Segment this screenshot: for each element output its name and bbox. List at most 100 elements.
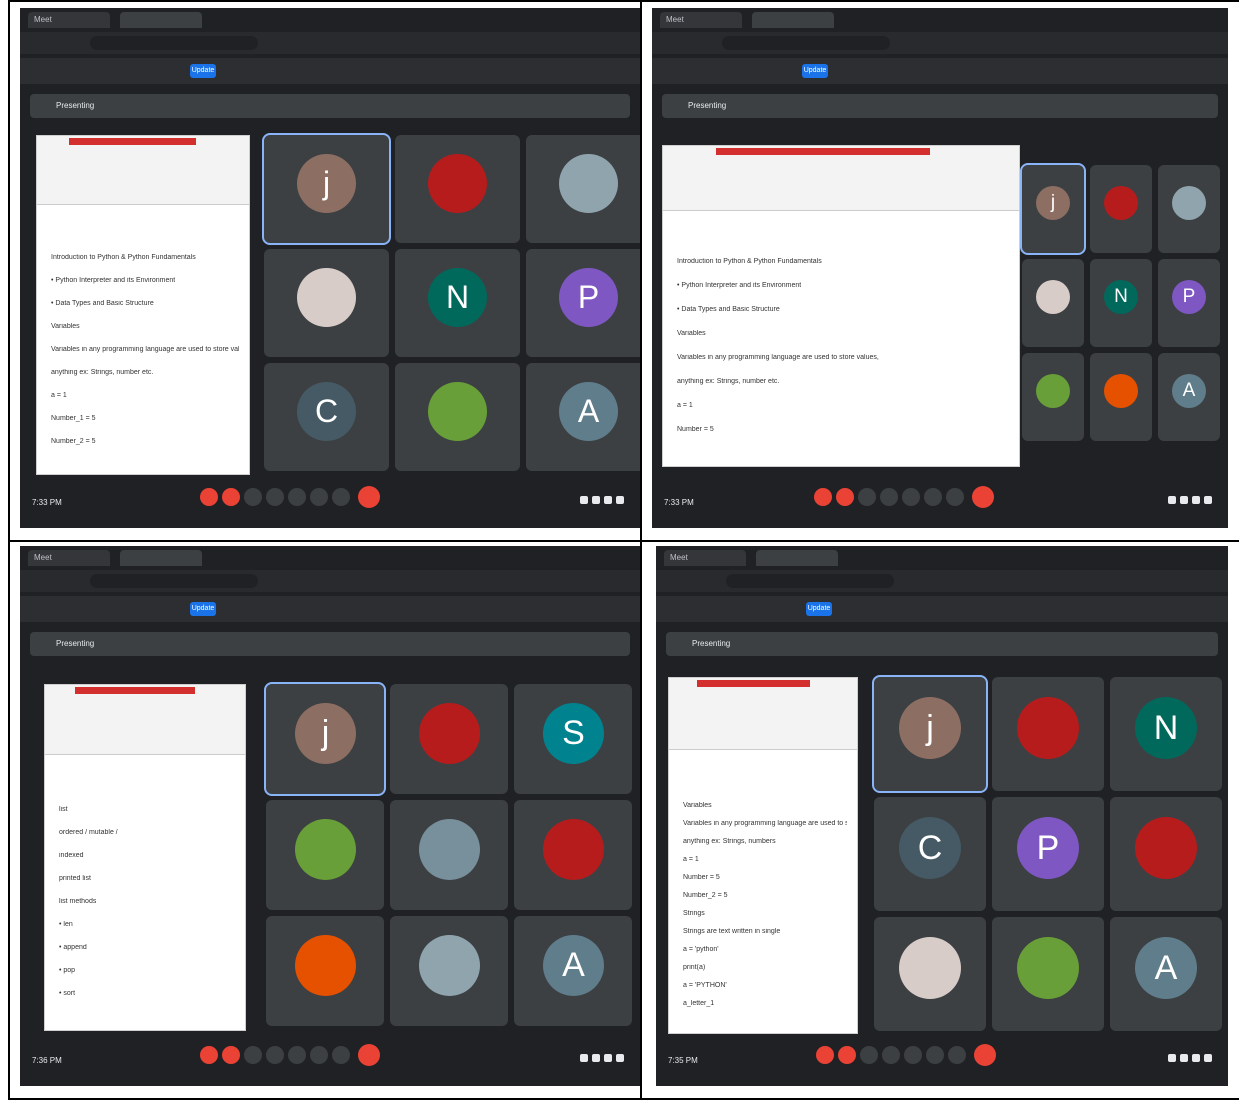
participant-tile[interactable]: [395, 363, 520, 471]
camera-off-button[interactable]: [222, 488, 240, 506]
browser-tab-meet[interactable]: [756, 550, 838, 566]
emoji-button[interactable]: [880, 488, 898, 506]
participant-tile[interactable]: j: [262, 133, 391, 245]
info-icon[interactable]: [580, 496, 588, 504]
end-call-button[interactable]: [358, 486, 380, 508]
participant-tile[interactable]: [1110, 797, 1222, 911]
participant-tile[interactable]: j: [264, 682, 386, 796]
info-icon[interactable]: [1168, 1054, 1176, 1062]
participant-tile[interactable]: A: [514, 916, 632, 1026]
participant-tile[interactable]: [992, 917, 1104, 1031]
present-button[interactable]: [904, 1046, 922, 1064]
browser-tab[interactable]: Meet: [28, 550, 110, 566]
url-field[interactable]: [90, 574, 258, 588]
mic-off-button[interactable]: [200, 488, 218, 506]
url-field[interactable]: [722, 36, 890, 50]
end-call-button[interactable]: [972, 486, 994, 508]
participant-tile[interactable]: A: [1158, 353, 1220, 441]
participant-tile[interactable]: [395, 135, 520, 243]
info-icon[interactable]: [580, 1054, 588, 1062]
emoji-button[interactable]: [266, 488, 284, 506]
participant-tile[interactable]: C: [264, 363, 389, 471]
camera-off-button[interactable]: [836, 488, 854, 506]
participant-tile[interactable]: P: [1158, 259, 1220, 347]
browser-tab-meet[interactable]: [120, 550, 202, 566]
participant-tile[interactable]: [264, 249, 389, 357]
participant-tile[interactable]: [390, 800, 508, 910]
participant-tile[interactable]: [526, 135, 640, 243]
participant-tile[interactable]: [266, 916, 384, 1026]
update-button[interactable]: Update: [190, 602, 216, 616]
more-options-button[interactable]: [332, 488, 350, 506]
people-icon[interactable]: [1180, 1054, 1188, 1062]
browser-tab-meet[interactable]: [752, 12, 834, 28]
participant-tile[interactable]: [390, 684, 508, 794]
end-call-button[interactable]: [358, 1044, 380, 1066]
info-icon[interactable]: [1168, 496, 1176, 504]
browser-tab[interactable]: Meet: [660, 12, 742, 28]
raise-hand-button[interactable]: [310, 1046, 328, 1064]
present-button[interactable]: [902, 488, 920, 506]
people-icon[interactable]: [592, 1054, 600, 1062]
participant-tile[interactable]: j: [1020, 163, 1086, 255]
activities-icon[interactable]: [1204, 496, 1212, 504]
participant-tile[interactable]: A: [526, 363, 640, 471]
chat-icon[interactable]: [1192, 1054, 1200, 1062]
emoji-button[interactable]: [266, 1046, 284, 1064]
people-icon[interactable]: [1180, 496, 1188, 504]
more-options-button[interactable]: [332, 1046, 350, 1064]
browser-tab-meet[interactable]: [120, 12, 202, 28]
emoji-button[interactable]: [882, 1046, 900, 1064]
captions-button[interactable]: [860, 1046, 878, 1064]
participant-tile[interactable]: [1158, 165, 1220, 253]
raise-hand-button[interactable]: [310, 488, 328, 506]
activities-icon[interactable]: [616, 1054, 624, 1062]
participant-tile[interactable]: [1022, 353, 1084, 441]
participant-tile[interactable]: N: [1110, 677, 1222, 791]
participant-tile[interactable]: A: [1110, 917, 1222, 1031]
update-button[interactable]: Update: [190, 64, 216, 78]
participant-tile[interactable]: [1090, 353, 1152, 441]
participant-tile[interactable]: [1090, 165, 1152, 253]
participant-tile[interactable]: N: [395, 249, 520, 357]
browser-tab[interactable]: Meet: [28, 12, 110, 28]
more-options-button[interactable]: [946, 488, 964, 506]
update-button[interactable]: Update: [802, 64, 828, 78]
participant-tile[interactable]: P: [526, 249, 640, 357]
url-field[interactable]: [90, 36, 258, 50]
participant-tile[interactable]: [514, 800, 632, 910]
participant-tile[interactable]: [874, 917, 986, 1031]
participant-tile[interactable]: N: [1090, 259, 1152, 347]
present-button[interactable]: [288, 1046, 306, 1064]
chat-icon[interactable]: [604, 1054, 612, 1062]
participant-tile[interactable]: [992, 677, 1104, 791]
camera-off-button[interactable]: [838, 1046, 856, 1064]
captions-button[interactable]: [244, 1046, 262, 1064]
activities-icon[interactable]: [1204, 1054, 1212, 1062]
browser-tab[interactable]: Meet: [664, 550, 746, 566]
raise-hand-button[interactable]: [926, 1046, 944, 1064]
raise-hand-button[interactable]: [924, 488, 942, 506]
activities-icon[interactable]: [616, 496, 624, 504]
mic-off-button[interactable]: [200, 1046, 218, 1064]
people-icon[interactable]: [592, 496, 600, 504]
chat-icon[interactable]: [604, 496, 612, 504]
participant-tile[interactable]: P: [992, 797, 1104, 911]
participant-tile[interactable]: S: [514, 684, 632, 794]
end-call-button[interactable]: [974, 1044, 996, 1066]
mic-off-button[interactable]: [816, 1046, 834, 1064]
more-options-button[interactable]: [948, 1046, 966, 1064]
participant-tile[interactable]: [390, 916, 508, 1026]
update-button[interactable]: Update: [806, 602, 832, 616]
participant-tile[interactable]: j: [872, 675, 988, 793]
participant-tile[interactable]: [1022, 259, 1084, 347]
captions-button[interactable]: [858, 488, 876, 506]
chat-icon[interactable]: [1192, 496, 1200, 504]
mic-off-button[interactable]: [814, 488, 832, 506]
url-field[interactable]: [726, 574, 894, 588]
participant-tile[interactable]: C: [874, 797, 986, 911]
captions-button[interactable]: [244, 488, 262, 506]
participant-tile[interactable]: [266, 800, 384, 910]
present-button[interactable]: [288, 488, 306, 506]
camera-off-button[interactable]: [222, 1046, 240, 1064]
